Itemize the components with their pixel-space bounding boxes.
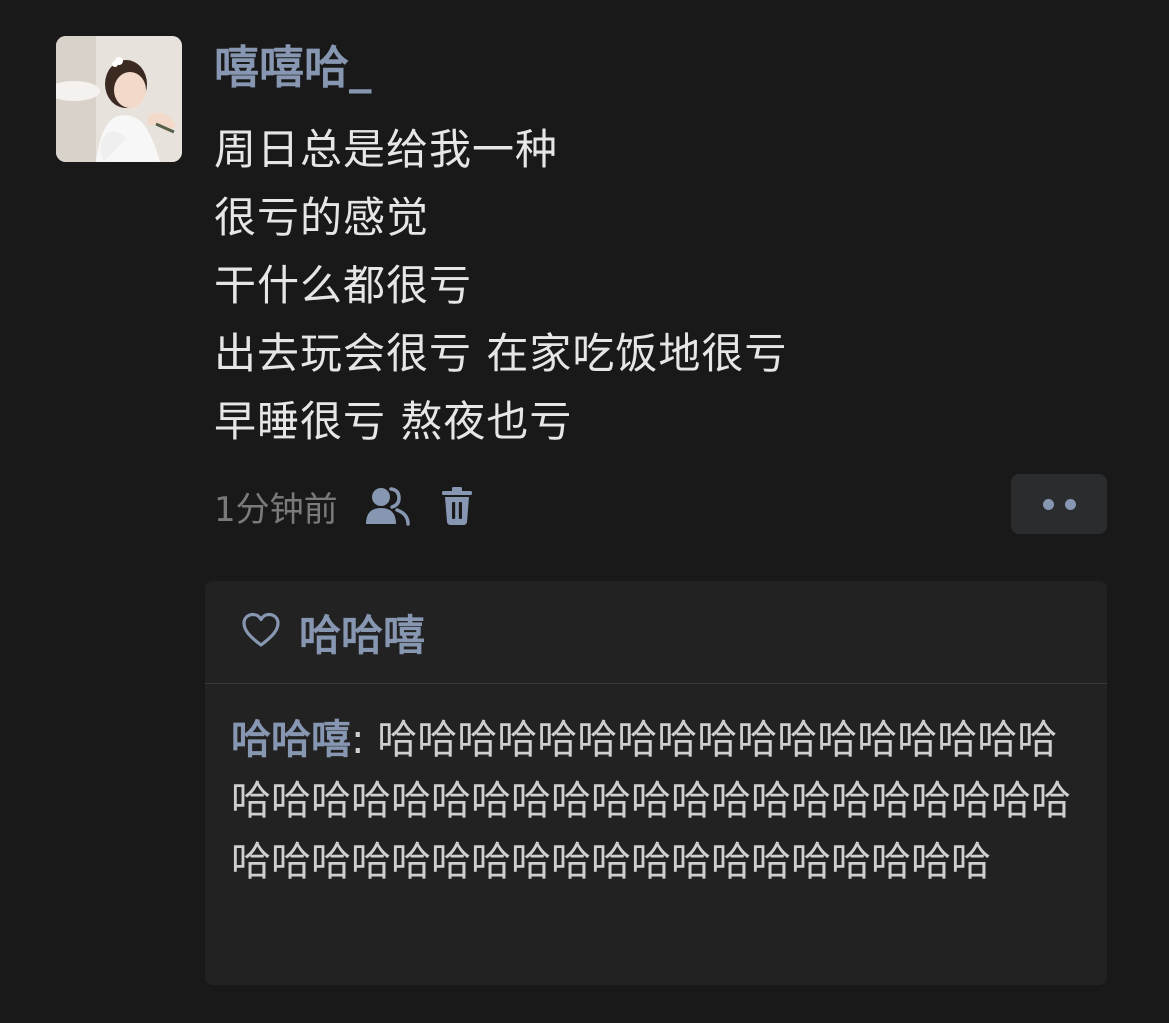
heart-icon (241, 612, 281, 652)
avatar[interactable] (56, 36, 182, 162)
comment-separator: : (351, 717, 378, 763)
more-dots-icon (1042, 498, 1054, 510)
more-button[interactable] (1011, 474, 1107, 534)
post-line: 干什么都很亏 (214, 261, 473, 310)
interaction-panel: 哈哈嘻 哈哈嘻: 哈哈哈哈哈哈哈哈哈哈哈哈哈哈哈哈哈哈哈哈哈哈哈哈哈哈哈哈哈哈哈… (205, 581, 1107, 985)
like-user[interactable]: 哈哈嘻 (299, 602, 425, 663)
post-line: 周日总是给我一种 (214, 125, 559, 174)
trash-icon[interactable] (433, 482, 481, 530)
post-line: 很亏的感觉 (214, 193, 430, 242)
more-dots-icon (1064, 498, 1076, 510)
post-body: 周日总是给我一种 很亏的感觉 干什么都很亏 出去玩会很亏 在家吃饭地很亏 早睡很… (214, 116, 1114, 456)
friends-icon[interactable] (363, 482, 411, 530)
post-username[interactable]: 嘻嘻哈_ (214, 36, 372, 100)
post-line: 早睡很亏 熬夜也亏 (214, 397, 573, 446)
post-line: 出去玩会很亏 在家吃饭地很亏 (214, 329, 788, 378)
avatar-image (56, 36, 182, 162)
comment-user[interactable]: 哈哈嘻 (231, 717, 351, 763)
post-time: 1分钟前 (214, 489, 338, 530)
post-meta: 1分钟前 (214, 478, 481, 534)
likes-row: 哈哈嘻 (205, 581, 1107, 683)
comment-item[interactable]: 哈哈嘻: 哈哈哈哈哈哈哈哈哈哈哈哈哈哈哈哈哈哈哈哈哈哈哈哈哈哈哈哈哈哈哈哈哈哈哈… (205, 684, 1107, 893)
